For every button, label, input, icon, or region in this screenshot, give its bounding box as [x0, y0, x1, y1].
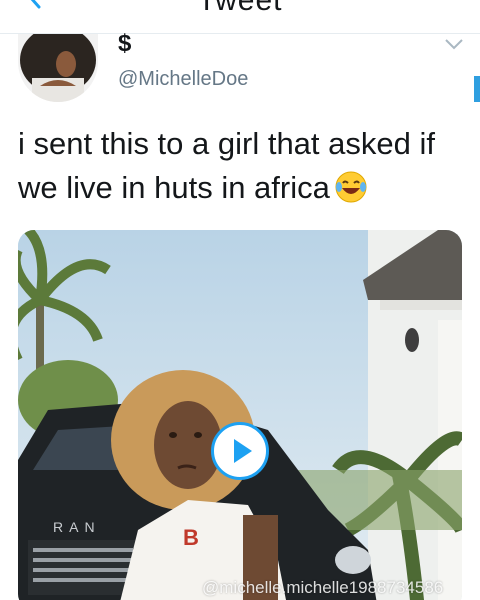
top-bar: Tweet	[0, 0, 480, 34]
tweet-text-content: i sent this to a girl that asked if we l…	[18, 126, 435, 205]
user-handle[interactable]: @MichelleDoe	[118, 68, 248, 91]
svg-text:RAN: RAN	[53, 519, 101, 535]
display-name[interactable]: $	[118, 30, 131, 58]
play-icon	[234, 439, 252, 463]
chevron-down-icon[interactable]	[442, 36, 466, 52]
video-watermark: @michelle.michelle1988734586	[202, 578, 444, 597]
page-title: Tweet	[197, 0, 283, 17]
svg-text:B: B	[183, 525, 199, 550]
video-thumbnail: RAN B	[18, 230, 462, 600]
tweet-text: i sent this to a girl that asked if we l…	[18, 122, 468, 210]
play-button[interactable]	[211, 422, 269, 480]
scroll-indicator	[474, 76, 480, 102]
laughing-tears-emoji-icon	[335, 171, 367, 203]
avatar[interactable]	[18, 34, 98, 102]
video-media[interactable]: RAN B @michelle.michelle1988734586	[18, 230, 462, 600]
